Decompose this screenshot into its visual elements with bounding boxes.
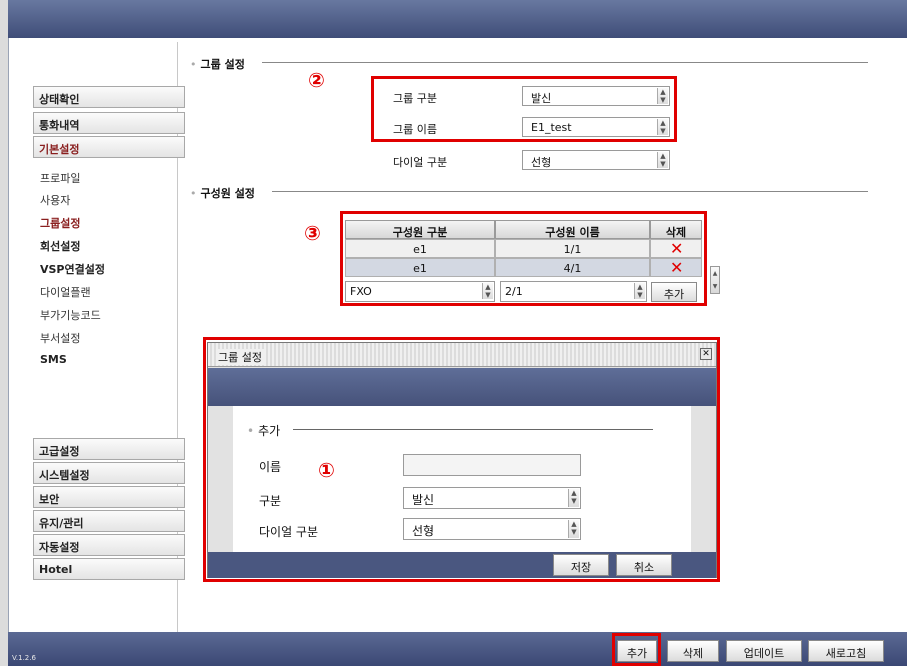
sidebar-sub-sms[interactable]: SMS	[40, 353, 67, 366]
highlight-box-2	[371, 76, 677, 142]
top-header-bar	[8, 0, 907, 38]
window-left-edge	[0, 0, 8, 666]
group-section-title: • 그룹 설정	[190, 58, 245, 71]
divider	[262, 62, 868, 63]
sidebar-item-advanced[interactable]: 고급설정	[33, 438, 185, 460]
sidebar-sub-vsp-settings[interactable]: VSP연결설정	[40, 261, 105, 277]
refresh-button[interactable]: 새로고침	[808, 640, 884, 662]
annotation-2: ②	[308, 68, 325, 92]
sidebar-item-hotel[interactable]: Hotel	[33, 558, 185, 580]
spinner-icon: ▲ ▼	[657, 152, 668, 168]
highlight-box-1	[203, 337, 720, 582]
sidebar-item-status[interactable]: 상태확인	[33, 86, 185, 108]
sidebar-item-security[interactable]: 보안	[33, 486, 185, 508]
divider	[272, 191, 868, 192]
sidebar-item-call-history[interactable]: 통화내역	[33, 112, 185, 134]
dial-type-label: 다이얼 구분	[393, 156, 448, 169]
annotation-1: ①	[318, 458, 335, 482]
table-scroll-arrows-icon[interactable]: ▲ ▼	[710, 266, 720, 294]
sidebar-item-auto-config[interactable]: 자동설정	[33, 534, 185, 556]
sidebar-item-maintenance[interactable]: 유지/관리	[33, 510, 185, 532]
version-label: V.1.2.6	[12, 654, 36, 662]
highlight-box-3	[340, 211, 707, 306]
highlight-box-add-button	[612, 633, 661, 666]
sidebar-sub-feature-code[interactable]: 부가기능코드	[40, 307, 101, 323]
sidebar-sub-group-settings[interactable]: 그룹설정	[40, 215, 80, 231]
sidebar-sub-department[interactable]: 부서설정	[40, 330, 80, 346]
update-button[interactable]: 업데이트	[726, 640, 802, 662]
sidebar-item-system[interactable]: 시스템설정	[33, 462, 185, 484]
sidebar-sub-line-settings[interactable]: 회선설정	[40, 238, 80, 254]
member-section-title: • 구성원 설정	[190, 187, 255, 200]
sidebar-item-basic-settings[interactable]: 기본설정	[33, 136, 185, 158]
sidebar-sub-dial-plan[interactable]: 다이얼플랜	[40, 284, 91, 300]
sidebar-sub-user[interactable]: 사용자	[40, 192, 70, 208]
annotation-3: ③	[304, 221, 321, 245]
delete-button[interactable]: 삭제	[667, 640, 719, 662]
sidebar-sub-profile[interactable]: 프로파일	[40, 170, 80, 186]
dial-type-select[interactable]: 선형 ▲ ▼	[522, 150, 670, 170]
